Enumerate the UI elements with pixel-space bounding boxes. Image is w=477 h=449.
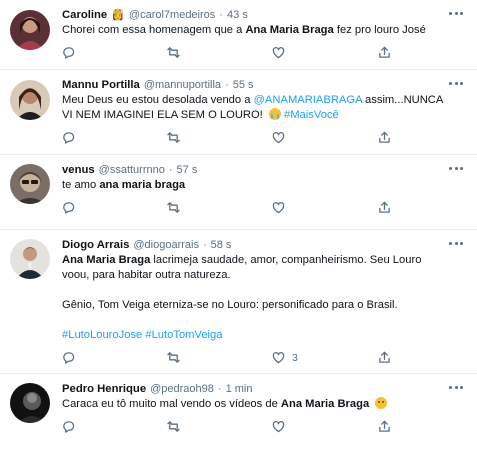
hashtag-link[interactable]: #LutoLouroJose [62,329,142,341]
retweet-icon [167,421,180,432]
timestamp[interactable]: 58 s [211,238,232,252]
tweet-header: Mannu Portilla @mannuportilla · 55 s [62,78,463,92]
reply-button[interactable] [62,420,75,433]
avatar[interactable] [10,10,50,50]
reply-button[interactable] [62,201,75,214]
more-icon[interactable] [449,10,463,16]
display-name[interactable]: Diogo Arrais [62,238,129,252]
timestamp[interactable]: 57 s [177,163,198,177]
like-button[interactable]: 3 [272,351,298,364]
retweet-icon [167,47,180,58]
retweet-icon [167,352,180,363]
frowning-face-emoji [375,397,388,409]
separator: · [168,164,173,176]
like-icon [272,352,285,364]
retweet-icon [167,132,180,143]
user-handle[interactable]: @pedraoh98 [150,382,214,396]
more-icon[interactable] [449,240,463,246]
tweet-actions [62,46,463,60]
reply-icon [63,132,75,144]
tweet-feed: Caroline 👸 @carol7medeiros · 43 s Chorei… [0,0,477,449]
reply-button[interactable] [62,351,75,364]
retweet-icon [167,202,180,213]
tweet-actions [62,131,463,145]
more-icon[interactable] [449,165,463,171]
mention-link[interactable]: @ANAMARIABRAGA [254,94,362,106]
share-button[interactable] [378,420,391,433]
reply-button[interactable] [62,131,75,144]
display-name[interactable]: Caroline [62,8,107,22]
tweet-actions [62,420,463,434]
tweet-header: Diogo Arrais @diogoarrais · 58 s [62,238,463,252]
display-name[interactable]: Mannu Portilla [62,78,140,92]
display-name[interactable]: Pedro Henrique [62,382,146,396]
share-icon [379,46,390,58]
tweet-actions [62,201,463,215]
tweet-text: Caraca eu tô muito mal vendo os vídeos d… [62,397,463,412]
tweet-text: Chorei com essa homenagem que a Ana Mari… [62,24,426,36]
tweet-pedro[interactable]: Pedro Henrique @pedraoh98 · 1 min Caraca… [0,374,477,449]
reply-icon [63,421,75,433]
tweet-text: Ana Maria Braga lacrimeja saudade, amor,… [62,254,422,341]
more-icon[interactable] [449,80,463,86]
retweet-button[interactable] [167,131,180,144]
princess-emoji: 👸 [111,8,125,21]
avatar[interactable] [10,164,50,204]
user-handle[interactable]: @ssatturrnno [99,163,165,177]
avatar[interactable] [10,383,50,423]
timestamp[interactable]: 43 s [227,8,248,22]
avatar[interactable] [10,239,50,279]
display-name[interactable]: venus [62,163,95,177]
tweet-diogo[interactable]: Diogo Arrais @diogoarrais · 58 s Ana Mar… [0,230,477,374]
reply-icon [63,47,75,59]
separator: · [202,239,207,251]
crying-emoji [268,108,281,120]
share-button[interactable] [378,351,391,364]
like-count: 3 [292,351,298,364]
share-icon [379,201,390,213]
tweet-text: te amo ana maria braga [62,179,186,191]
hashtag-link[interactable]: #MaisVocê [284,109,339,121]
retweet-button[interactable] [167,420,180,433]
like-icon [272,421,285,433]
share-button[interactable] [378,46,391,59]
avatar[interactable] [10,80,50,120]
like-icon [272,202,285,214]
separator: · [217,383,222,395]
reply-icon [63,202,75,214]
share-button[interactable] [378,201,391,214]
tweet-caroline[interactable]: Caroline 👸 @carol7medeiros · 43 s Chorei… [0,0,477,70]
tweet-header: Caroline 👸 @carol7medeiros · 43 s [62,8,463,22]
share-icon [379,131,390,143]
like-icon [272,47,285,59]
like-icon [272,132,285,144]
hashtag-link[interactable]: #LutoTomVeiga [145,329,222,341]
separator: · [219,9,223,21]
timestamp[interactable]: 1 min [226,382,253,396]
like-button[interactable] [272,420,285,433]
user-handle[interactable]: @carol7medeiros [129,8,215,22]
reply-icon [63,352,75,364]
retweet-button[interactable] [167,46,180,59]
tweet-header: Pedro Henrique @pedraoh98 · 1 min [62,382,463,396]
timestamp[interactable]: 55 s [233,78,254,92]
tweet-mannu[interactable]: Mannu Portilla @mannuportilla · 55 s Meu… [0,70,477,155]
separator: · [225,79,229,91]
retweet-button[interactable] [167,201,180,214]
share-icon [379,351,390,363]
like-button[interactable] [272,131,285,144]
retweet-button[interactable] [167,351,180,364]
tweet-venus[interactable]: venus @ssatturrnno · 57 s te amo ana mar… [0,155,477,230]
tweet-header: venus @ssatturrnno · 57 s [62,163,463,177]
tweet-actions: 3 [62,351,463,365]
user-handle[interactable]: @diogoarrais [133,238,199,252]
reply-button[interactable] [62,46,75,59]
like-button[interactable] [272,201,285,214]
like-button[interactable] [272,46,285,59]
share-icon [379,420,390,432]
share-button[interactable] [378,131,391,144]
user-handle[interactable]: @mannuportilla [144,78,221,92]
tweet-text: Meu Deus eu estou desolada vendo a @ANAM… [62,94,444,121]
more-icon[interactable] [449,384,463,390]
